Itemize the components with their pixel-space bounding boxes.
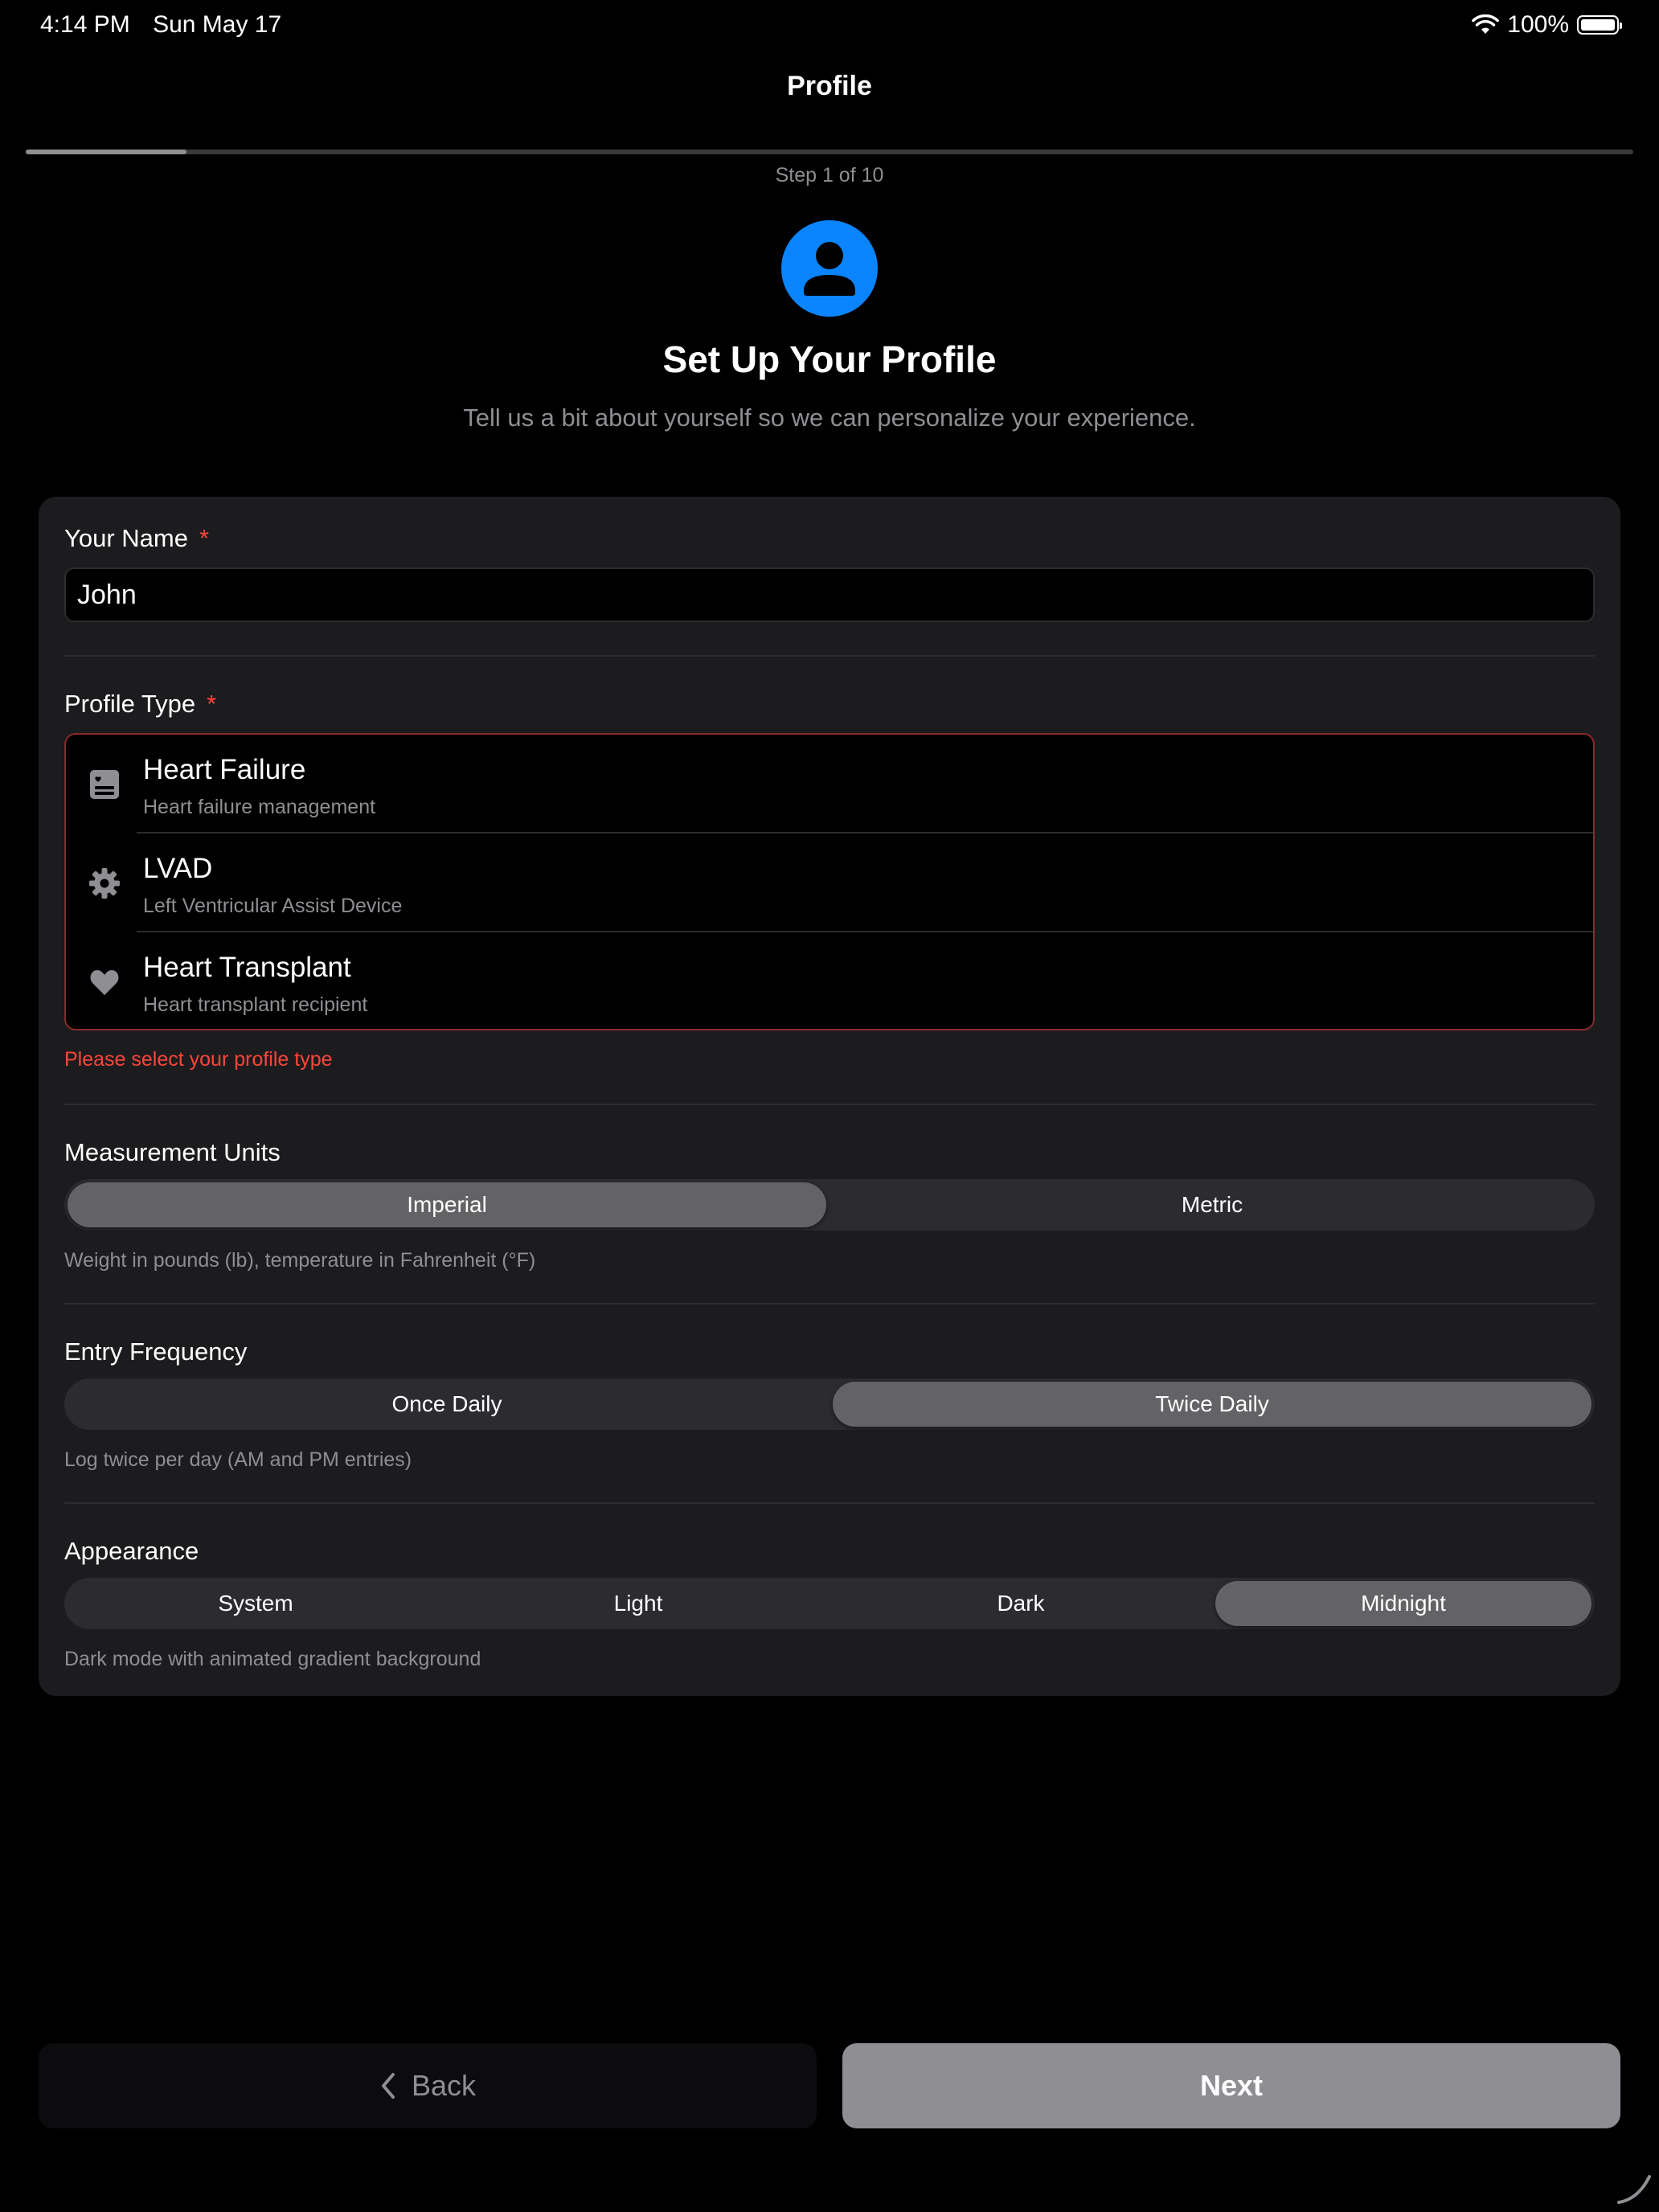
- segment-imperial[interactable]: Imperial: [68, 1182, 826, 1227]
- profile-type-error: Please select your profile type: [64, 1048, 333, 1071]
- next-button[interactable]: Next: [842, 2043, 1620, 2128]
- progress-bar: [26, 150, 1633, 154]
- frequency-label: Entry Frequency: [64, 1337, 248, 1366]
- segment-metric[interactable]: Metric: [833, 1182, 1591, 1227]
- appearance-hint: Dark mode with animated gradient backgro…: [64, 1648, 481, 1670]
- units-segmented-control: Imperial Metric: [64, 1179, 1595, 1231]
- nav-title: Profile: [787, 71, 872, 101]
- battery-percent: 100%: [1507, 11, 1569, 38]
- appearance-segmented-control: System Light Dark Midnight: [64, 1578, 1595, 1629]
- option-description: Heart failure management: [143, 796, 376, 818]
- divider: [64, 1502, 1595, 1504]
- profile-form-card: [39, 497, 1620, 1696]
- divider: [64, 1303, 1595, 1305]
- heart-icon: [90, 970, 119, 995]
- progress-fill: [26, 150, 186, 154]
- profile-type-option-heart-transplant[interactable]: Heart Transplant Heart transplant recipi…: [66, 932, 1593, 1029]
- person-icon: [781, 220, 878, 317]
- option-description: Heart transplant recipient: [143, 993, 368, 1016]
- profile-type-label: Profile Type *: [64, 690, 216, 719]
- frequency-hint: Log twice per day (AM and PM entries): [64, 1448, 412, 1471]
- segment-light[interactable]: Light: [450, 1581, 826, 1626]
- status-date: Sun May 17: [153, 11, 282, 38]
- name-label-text: Your Name: [64, 524, 188, 552]
- required-marker: *: [199, 524, 210, 552]
- divider: [64, 655, 1595, 657]
- status-bar: 4:14 PM Sun May 17 100%: [0, 0, 1659, 51]
- required-marker: *: [207, 690, 217, 718]
- profile-type-list: Heart Failure Heart failure management L…: [64, 733, 1595, 1030]
- units-hint: Weight in pounds (lb), temperature in Fa…: [64, 1249, 536, 1272]
- segment-system[interactable]: System: [68, 1581, 444, 1626]
- back-button[interactable]: Back: [39, 2043, 817, 2128]
- page-subtitle: Tell us a bit about yourself so we can p…: [463, 403, 1196, 432]
- chevron-left-icon: [381, 2073, 395, 2099]
- frequency-segmented-control: Once Daily Twice Daily: [64, 1378, 1595, 1430]
- segment-once-daily[interactable]: Once Daily: [68, 1382, 826, 1427]
- step-indicator: Step 1 of 10: [775, 164, 884, 186]
- segment-dark[interactable]: Dark: [833, 1581, 1209, 1626]
- wifi-icon: [1472, 14, 1500, 34]
- profile-type-option-lvad[interactable]: LVAD Left Ventricular Assist Device: [66, 834, 1593, 932]
- segment-twice-daily[interactable]: Twice Daily: [833, 1382, 1591, 1427]
- profile-type-label-text: Profile Type: [64, 690, 196, 718]
- profile-type-option-heart-failure[interactable]: Heart Failure Heart failure management: [66, 735, 1593, 833]
- medical-card-icon: [90, 770, 119, 799]
- option-title: LVAD: [143, 853, 213, 884]
- battery-icon: [1577, 15, 1622, 35]
- name-input[interactable]: John: [64, 567, 1595, 622]
- back-button-label: Back: [411, 2069, 477, 2102]
- gear-icon: [89, 868, 120, 899]
- page-title: Set Up Your Profile: [662, 338, 997, 380]
- segment-midnight[interactable]: Midnight: [1215, 1581, 1591, 1626]
- resize-corner-icon: [1617, 2175, 1651, 2204]
- option-title: Heart Failure: [143, 754, 306, 785]
- status-time-date: 4:14 PM Sun May 17: [40, 11, 281, 39]
- status-time: 4:14 PM: [40, 11, 130, 38]
- units-label: Measurement Units: [64, 1138, 281, 1166]
- appearance-label: Appearance: [64, 1537, 199, 1565]
- option-title: Heart Transplant: [143, 952, 351, 983]
- divider: [64, 1104, 1595, 1105]
- name-label: Your Name *: [64, 524, 209, 553]
- option-description: Left Ventricular Assist Device: [143, 895, 403, 917]
- status-indicators: 100%: [1472, 11, 1622, 39]
